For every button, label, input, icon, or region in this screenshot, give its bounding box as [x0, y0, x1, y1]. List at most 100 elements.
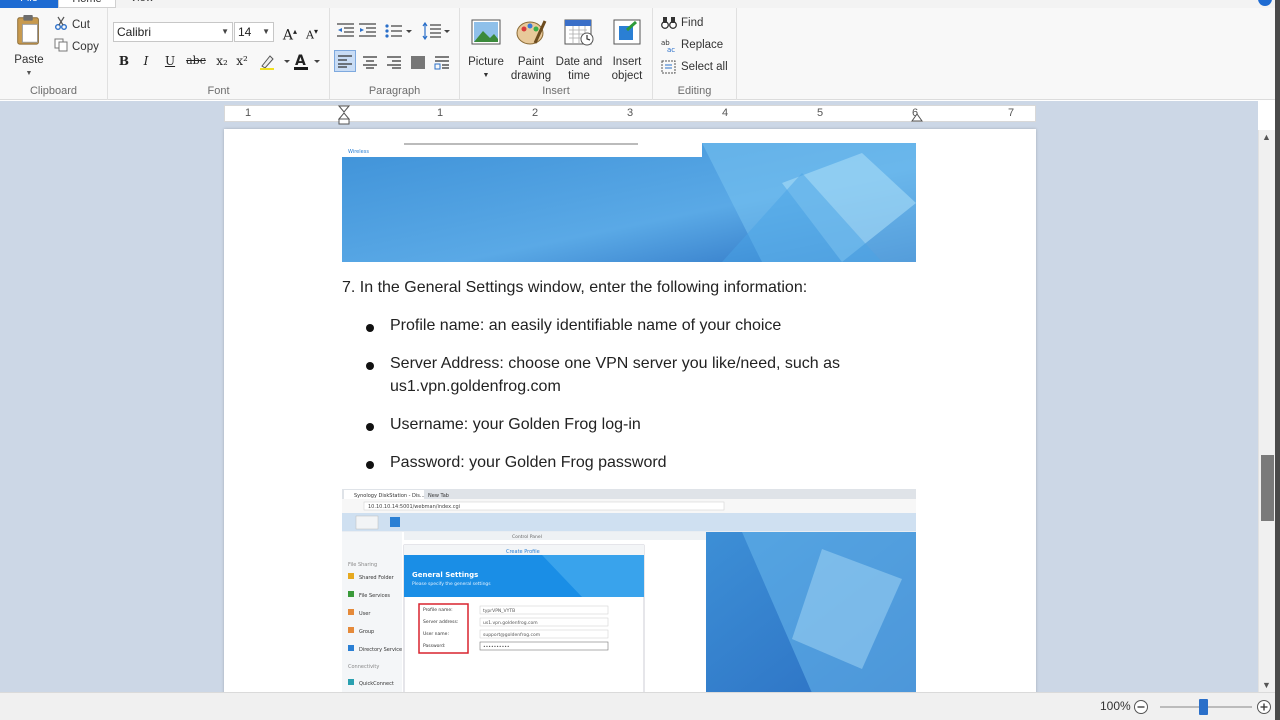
ruler-number: 1 [437, 107, 444, 119]
copy-button[interactable]: Copy [54, 38, 99, 55]
superscript-button[interactable]: x² [232, 52, 252, 70]
picture-label: Picture [468, 56, 504, 68]
sidebar-item: Group [359, 629, 374, 635]
chevron-down-icon: ▼ [221, 27, 229, 36]
bullets-icon[interactable] [384, 22, 414, 40]
increase-indent-icon[interactable] [358, 22, 378, 40]
underline-button[interactable]: U [160, 52, 180, 70]
insert-object-icon [613, 19, 641, 45]
browser-url: 10.10.10.14:5001/webman/index.cgi [368, 504, 460, 510]
field-value: •••••••••• [483, 645, 510, 650]
svg-text:A: A [295, 53, 306, 69]
zoom-in-icon[interactable] [1256, 699, 1272, 715]
bullet-text: Profile name: an easily identifiable nam… [390, 317, 782, 334]
paint-drawing-label-2: drawing [510, 70, 552, 82]
step-heading: 7. In the General Settings window, enter… [342, 279, 808, 296]
ribbon-tab-bar: File Home View [0, 0, 1280, 8]
binoculars-icon [661, 17, 677, 29]
shrink-font-button[interactable]: A▾ [302, 23, 322, 42]
tab-view[interactable]: View [130, 0, 160, 8]
highlighter-icon [260, 55, 290, 70]
highlight-color-button[interactable] [258, 52, 292, 70]
clipboard-group: Paste ▼ Cut Copy Clipboard [0, 8, 108, 100]
paragraph-settings-icon[interactable] [432, 52, 452, 72]
paste-button[interactable]: Paste ▼ [10, 14, 48, 81]
indent-marker-icon[interactable] [338, 105, 350, 125]
ruler[interactable]: 1 1 2 3 4 5 6 7 [224, 105, 1036, 125]
insert-object-button[interactable]: Insert object [604, 16, 650, 83]
bullet-icon [366, 461, 374, 469]
insert-group-label: Insert [542, 85, 570, 97]
picture-dropdown-arrow[interactable]: ▼ [464, 69, 508, 83]
font-size-select[interactable]: 14 ▼ [234, 22, 274, 42]
paint-drawing-button[interactable]: Paint drawing [508, 16, 554, 83]
ruler-number: 3 [627, 107, 634, 119]
font-size-value: 14 [238, 25, 252, 39]
tab-file[interactable]: File [0, 0, 58, 8]
scroll-up-icon[interactable]: ▲ [1262, 132, 1271, 142]
replace-label: Replace [681, 39, 724, 51]
sidebar-section: File Sharing [348, 562, 377, 568]
strikethrough-button[interactable]: abc [183, 52, 209, 70]
clipboard-group-label: Clipboard [29, 85, 78, 97]
vertical-scrollbar[interactable]: ▲ ▼ [1258, 130, 1275, 692]
bullet-icon [366, 423, 374, 431]
zoom-level: 100% [1100, 699, 1131, 713]
document-workspace: 1 1 2 3 4 5 6 7 Wireless 7. In the Gener… [0, 101, 1258, 692]
line-spacing-icon[interactable] [422, 22, 452, 40]
document-page[interactable]: Wireless 7. In the General Settings wind… [224, 129, 1036, 692]
status-bar: 100% [0, 692, 1275, 720]
replace-button[interactable]: ab ac Replace [661, 38, 723, 52]
select-all-button[interactable]: Select all [661, 60, 728, 74]
embedded-screenshot-top: Wireless [342, 143, 916, 262]
browser-tab-1: Synology DiskStation - Dis... [354, 493, 425, 499]
align-left-button[interactable] [334, 50, 356, 72]
picture-button[interactable]: Picture ▼ [464, 16, 508, 83]
paint-palette-icon [516, 20, 547, 45]
svg-text:ac: ac [667, 46, 675, 52]
decrease-indent-icon[interactable] [336, 22, 356, 40]
bullet-text: Password: your Golden Frog password [390, 454, 667, 471]
select-all-label: Select all [681, 61, 728, 73]
bullet-text: Username: your Golden Frog log-in [390, 416, 641, 433]
date-time-button[interactable]: Date and time [554, 16, 604, 83]
field-value: support@goldenfrog.com [483, 632, 540, 638]
picture-icon [471, 19, 501, 45]
bullet-icon [366, 362, 374, 370]
font-family-select[interactable]: Calibri ▼ [113, 22, 233, 42]
justify-icon[interactable] [408, 52, 428, 72]
ruler-number: 4 [722, 107, 729, 119]
cut-button[interactable]: Cut [54, 16, 90, 33]
find-button[interactable]: Find [661, 16, 703, 30]
panel-title: Control Panel [512, 534, 542, 540]
ruler-number: 5 [817, 107, 824, 119]
paste-label: Paste [14, 54, 44, 66]
copy-icon [54, 38, 68, 55]
font-color-button[interactable]: A [292, 52, 326, 70]
scroll-down-icon[interactable]: ▼ [1262, 680, 1271, 690]
grow-font-button[interactable]: A▴ [280, 23, 300, 44]
right-indent-marker-icon[interactable] [911, 112, 923, 122]
editing-group-label: Editing [677, 85, 712, 97]
align-center-icon[interactable] [360, 52, 380, 72]
embedded-screenshot-synology: Synology DiskStation - Dis... New Tab 10… [342, 489, 916, 692]
font-family-value: Calibri [117, 25, 152, 39]
italic-button[interactable]: I [136, 52, 156, 70]
paste-dropdown-arrow[interactable]: ▼ [10, 67, 48, 81]
paragraph-group: Paragraph [330, 8, 460, 100]
dialog-header-title: General Settings [412, 571, 478, 579]
align-right-icon[interactable] [384, 52, 404, 72]
help-icon[interactable] [1258, 0, 1272, 6]
editing-group: Find ab ac Replace Select all Editing [653, 8, 737, 100]
scrollbar-thumb[interactable] [1261, 455, 1274, 521]
field-value: us1.vpn.goldenfrog.com [483, 620, 538, 626]
zoom-out-icon[interactable] [1133, 699, 1149, 715]
subscript-button[interactable]: x₂ [212, 52, 232, 70]
sidebar-item: QuickConnect [359, 681, 394, 687]
zoom-slider-thumb[interactable] [1199, 699, 1208, 715]
copy-label: Copy [72, 40, 99, 53]
select-all-icon [661, 60, 676, 74]
ruler-number: 7 [1008, 107, 1015, 119]
tab-home[interactable]: Home [58, 0, 116, 8]
bold-button[interactable]: B [114, 52, 134, 70]
